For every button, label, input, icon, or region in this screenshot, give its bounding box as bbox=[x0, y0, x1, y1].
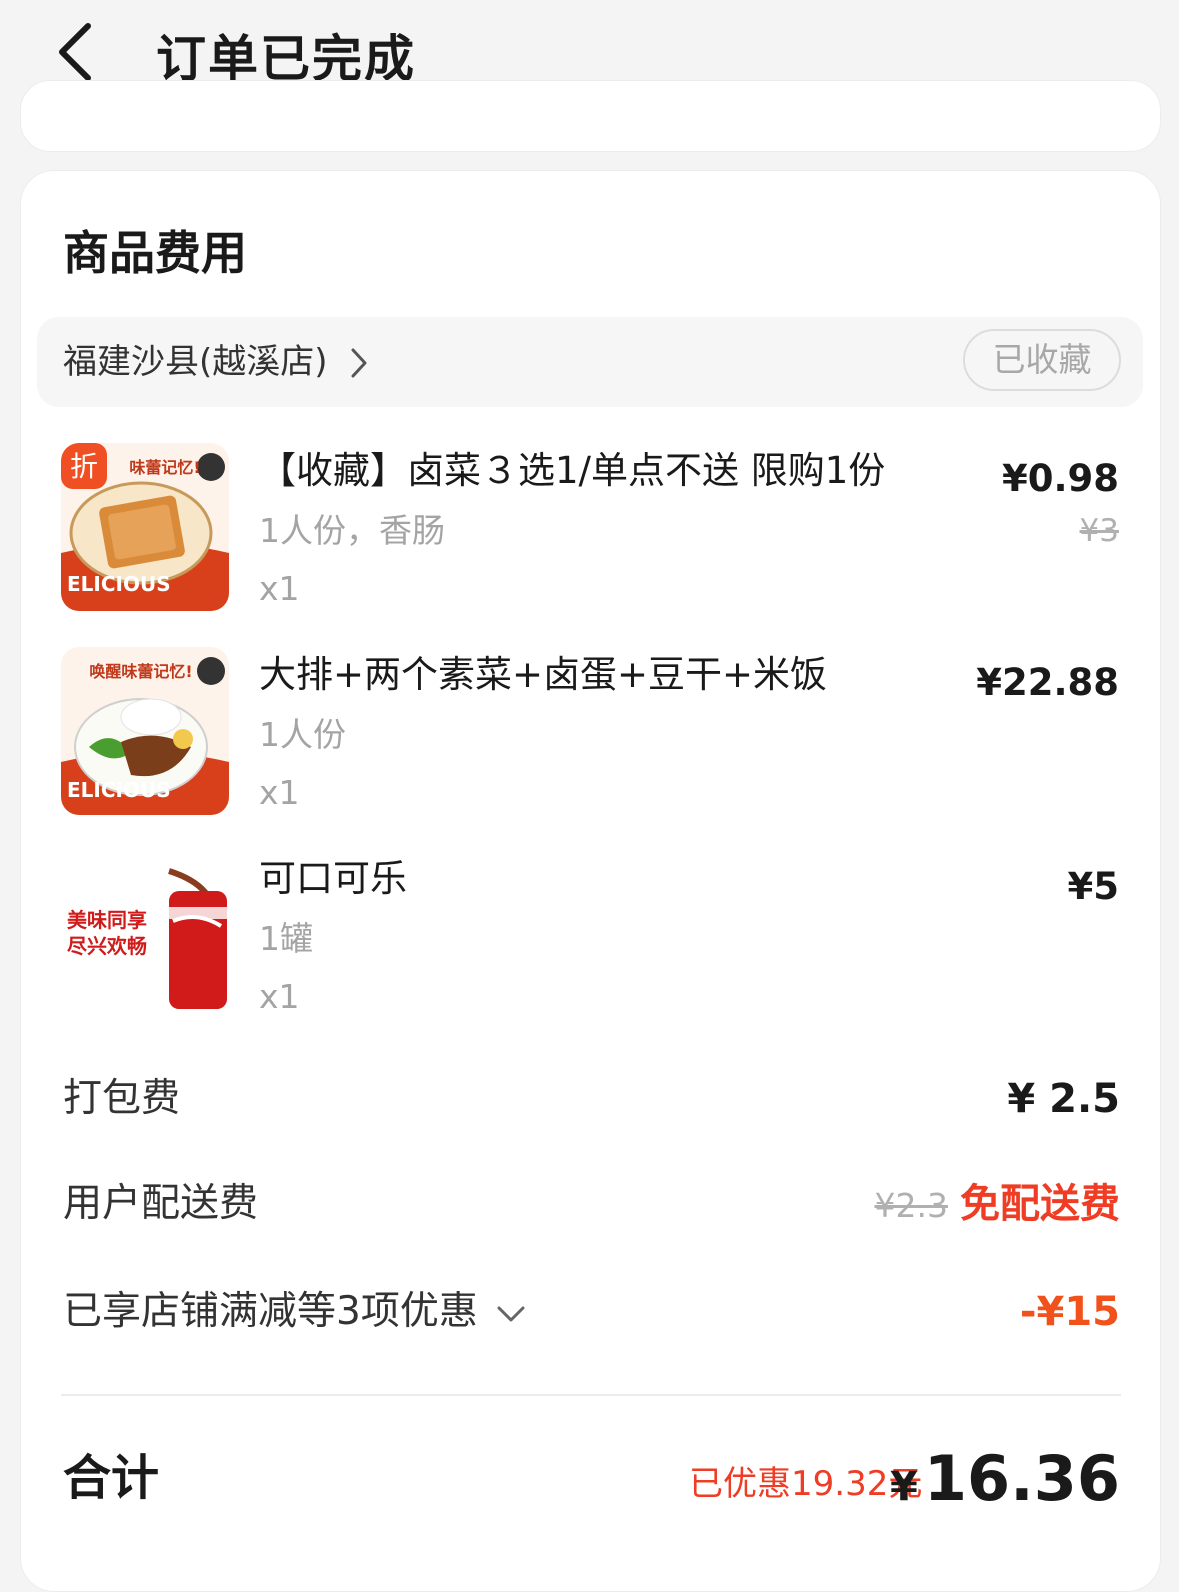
chevron-right-icon[interactable] bbox=[349, 347, 369, 379]
product-image[interactable]: 美味同享 尽兴欢畅 bbox=[61, 851, 229, 1019]
item-name: 大排+两个素菜+卤蛋+豆干+米饭 bbox=[259, 653, 828, 696]
section-title: 商品费用 bbox=[63, 226, 247, 280]
item-price: ¥0.98 bbox=[1001, 457, 1119, 500]
list-item[interactable]: 美味同享 尽兴欢畅 可口可乐 1罐 x1 ¥5 bbox=[61, 851, 1121, 1021]
thumb-caption: 美味同享 bbox=[67, 908, 147, 932]
item-quantity: x1 bbox=[259, 977, 300, 1016]
total-number: 16.36 bbox=[923, 1442, 1120, 1515]
item-price: ¥22.88 bbox=[976, 661, 1119, 704]
discount-row[interactable]: 已享店铺满减等3项优惠 bbox=[63, 1284, 526, 1340]
delivery-fee-label: 用户配送费 bbox=[63, 1181, 259, 1226]
item-name: 【收藏】卤菜３选1/单点不送 限购1份 bbox=[259, 449, 886, 492]
item-name: 可口可乐 bbox=[259, 857, 407, 900]
list-item[interactable]: 折 味蕾记忆! ELICIOUS 【收藏】卤菜３选1/单点不送 限购1份 1人份… bbox=[61, 443, 1121, 613]
discount-label[interactable]: 已享店铺满减等3项优惠 bbox=[63, 1289, 478, 1334]
thumb-caption: 唤醒味蕾记忆! bbox=[89, 662, 192, 681]
total-label: 合计 bbox=[63, 1450, 160, 1506]
list-item[interactable]: 唤醒味蕾记忆! ELICIOUS 大排+两个素菜+卤蛋+豆干+米饭 1人份 x1… bbox=[61, 647, 1121, 817]
saved-amount: 已优惠19.32元 bbox=[689, 1464, 923, 1504]
delivery-original-price: ¥2.3 bbox=[874, 1186, 948, 1225]
delivery-fee-value: ¥2.3 免配送费 bbox=[875, 1176, 1120, 1234]
free-delivery-text: 免配送费 bbox=[960, 1181, 1120, 1227]
divider bbox=[61, 1394, 1121, 1396]
thumb-caption: ELICIOUS bbox=[67, 572, 171, 596]
total-amount: ¥16.36 bbox=[890, 1439, 1120, 1535]
packing-fee-label: 打包费 bbox=[63, 1076, 181, 1121]
favorite-button[interactable]: 已收藏 bbox=[963, 329, 1121, 391]
discount-value: -¥15 bbox=[1019, 1289, 1120, 1335]
store-name[interactable]: 福建沙县(越溪店) bbox=[63, 337, 328, 387]
currency-symbol: ¥ bbox=[890, 1464, 918, 1510]
packing-fee-value: ¥ 2.5 bbox=[1007, 1076, 1120, 1122]
item-quantity: x1 bbox=[259, 569, 300, 608]
product-image[interactable]: 折 味蕾记忆! ELICIOUS bbox=[61, 443, 229, 611]
item-quantity: x1 bbox=[259, 773, 300, 812]
item-price: ¥5 bbox=[1067, 865, 1120, 908]
cost-card: 商品费用 福建沙县(越溪店) 已收藏 折 味蕾记忆! ELICIOUS 【收藏】… bbox=[20, 170, 1161, 1592]
item-spec: 1人份，香肠 bbox=[259, 511, 445, 550]
item-original-price: ¥3 bbox=[1079, 513, 1119, 549]
store-bar[interactable]: 福建沙县(越溪店) 已收藏 bbox=[37, 317, 1143, 407]
chevron-down-icon[interactable] bbox=[496, 1304, 526, 1324]
product-image[interactable]: 唤醒味蕾记忆! ELICIOUS bbox=[61, 647, 229, 815]
thumb-caption: 尽兴欢畅 bbox=[67, 934, 147, 958]
discount-badge: 折 bbox=[70, 450, 98, 483]
previous-card bbox=[20, 80, 1161, 152]
thumb-caption: 味蕾记忆! bbox=[129, 458, 200, 477]
item-spec: 1罐 bbox=[259, 919, 313, 958]
item-spec: 1人份 bbox=[259, 715, 346, 754]
thumb-caption: ELICIOUS bbox=[67, 778, 171, 802]
